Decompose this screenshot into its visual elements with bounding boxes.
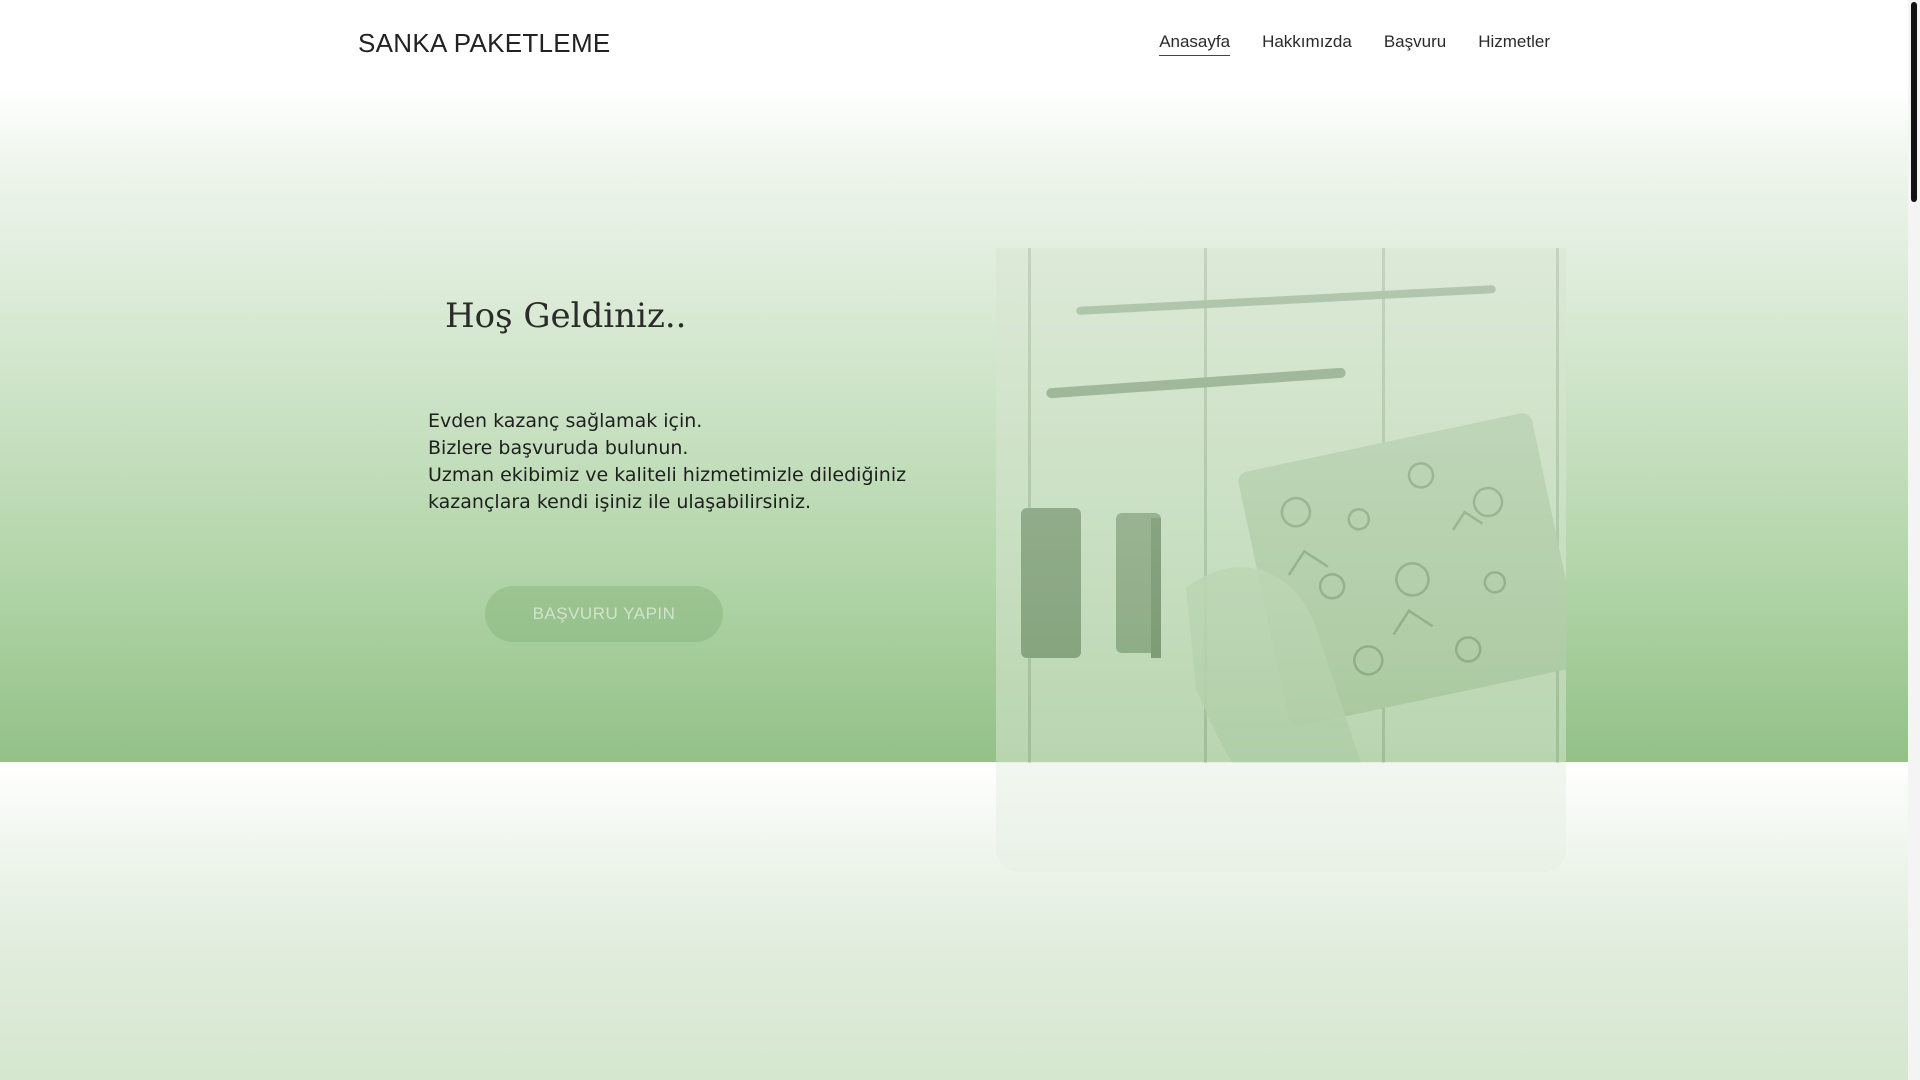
hero-line-1: Evden kazanç sağlamak için. xyxy=(428,410,703,432)
packaging-photo-icon xyxy=(996,248,1566,872)
brand-logo[interactable]: SANKA PAKETLEME xyxy=(358,28,611,59)
site-header: SANKA PAKETLEME Anasayfa Hakkımızda Başv… xyxy=(0,0,1908,88)
lower-section xyxy=(0,762,1908,1080)
nav-item-anasayfa[interactable]: Anasayfa xyxy=(1159,32,1231,56)
apply-button[interactable]: BAŞVURU YAPIN xyxy=(485,586,723,642)
nav-item-basvuru[interactable]: Başvuru xyxy=(1384,32,1446,56)
hero-section xyxy=(0,88,1908,762)
hero-title: Hoş Geldiniz.. xyxy=(445,296,687,336)
hero-line-3: Uzman ekibimiz ve kaliteli hizmetimizle … xyxy=(428,464,907,486)
page-viewport: SANKA PAKETLEME Anasayfa Hakkımızda Başv… xyxy=(0,0,1908,1080)
main-nav: Anasayfa Hakkımızda Başvuru Hizmetler xyxy=(1159,32,1550,56)
scrollbar-thumb[interactable] xyxy=(1911,2,1917,202)
nav-item-hizmetler[interactable]: Hizmetler xyxy=(1478,32,1550,56)
hero-line-2: Bizlere başvuruda bulunun. xyxy=(428,437,689,459)
hero-description: Evden kazanç sağlamak için. Bizlere başv… xyxy=(428,408,907,516)
page-scrollbar[interactable] xyxy=(1908,0,1920,1080)
nav-item-hakkimizda[interactable]: Hakkımızda xyxy=(1262,32,1352,56)
hero-line-4: kazançlara kendi işiniz ile ulaşabilirsi… xyxy=(428,491,812,513)
